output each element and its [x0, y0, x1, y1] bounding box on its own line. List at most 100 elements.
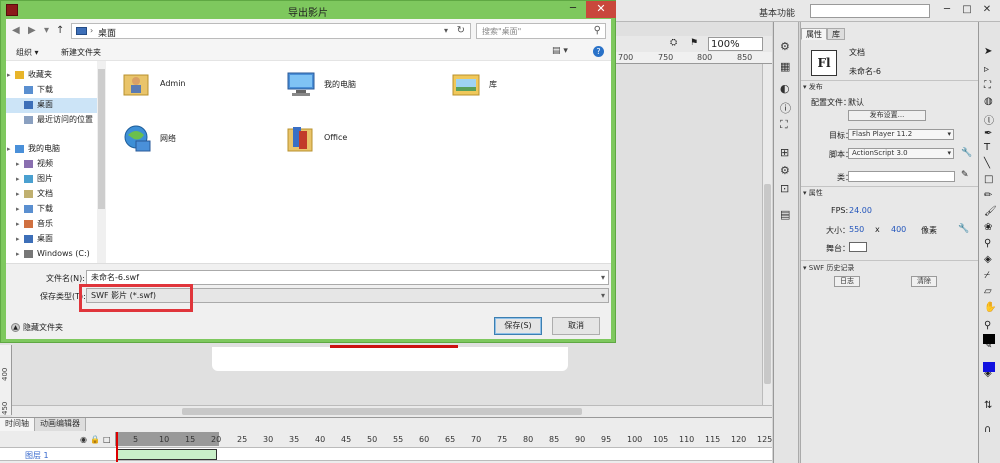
brush-tool-icon[interactable]: 🖌 — [984, 206, 997, 217]
address-text[interactable]: 桌面 — [98, 26, 116, 39]
tab-properties[interactable]: 属性 — [801, 28, 827, 40]
properties-panel-icon[interactable]: ⚙ — [780, 40, 790, 53]
expand-chevron-icon[interactable]: ▸ — [7, 142, 11, 156]
eraser-tool-icon[interactable]: ▱ — [984, 286, 992, 297]
stage-canvas[interactable] — [212, 347, 568, 371]
components-panel-icon[interactable]: ⚙ — [780, 164, 790, 177]
line-tool-icon[interactable]: ╲ — [984, 158, 990, 169]
up-arrow-icon[interactable]: ↑ — [56, 25, 64, 36]
free-transform-tool-icon[interactable]: ⛶ — [984, 80, 991, 91]
organize-menu[interactable]: 组织 ▾ — [16, 47, 39, 58]
forward-arrow-icon[interactable]: ▶ — [28, 25, 36, 36]
file-item-admin[interactable]: Admin — [122, 69, 272, 101]
3d-rotation-tool-icon[interactable]: ◍ — [984, 96, 993, 107]
eyedropper-tool-icon[interactable]: ⌿ — [984, 270, 990, 281]
file-item-my-computer[interactable]: 我的电脑 — [286, 69, 436, 101]
expand-chevron-icon[interactable]: ▸ — [16, 202, 20, 216]
layer-frames[interactable] — [117, 449, 217, 460]
pencil-tool-icon[interactable]: ✏ — [984, 190, 992, 201]
address-bar[interactable]: › 桌面 ▾ ↻ — [71, 23, 471, 39]
filename-input[interactable]: 未命名-6.swf ▾ — [86, 270, 609, 285]
tree-item[interactable]: ▸ 音乐 — [6, 217, 98, 232]
breadcrumb-chevron-icon[interactable]: › — [90, 26, 93, 35]
stage-size-settings-icon[interactable]: 🔧 — [958, 224, 969, 234]
motion-presets-icon[interactable]: ⊡ — [780, 182, 789, 195]
file-item-library[interactable]: 库 — [451, 69, 601, 101]
expand-chevron-icon[interactable]: ▸ — [16, 187, 20, 201]
library-panel-icon[interactable]: ▦ — [780, 60, 790, 73]
tab-motion-editor[interactable]: 动画编辑器 — [35, 418, 86, 431]
save-button[interactable]: 保存(S) — [494, 317, 542, 335]
paint-bucket-tool-icon[interactable]: ◈ — [984, 254, 992, 265]
edit-symbol-icon[interactable]: ⛭ — [670, 38, 677, 48]
tree-item[interactable]: 桌面 — [6, 98, 98, 113]
recent-dropdown-icon[interactable]: ▾ — [44, 25, 49, 36]
swap-colors-icon[interactable]: ⇅ — [984, 400, 992, 411]
edit-class-icon[interactable]: ✎ — [961, 170, 969, 180]
stage-shape[interactable] — [330, 345, 458, 348]
playhead[interactable] — [116, 432, 118, 462]
tree-item[interactable]: ▸ 视频 — [6, 157, 98, 172]
tab-timeline[interactable]: 时间轴 — [0, 418, 35, 431]
tree-item[interactable]: ▸ 我的电脑 — [6, 142, 98, 157]
new-folder-button[interactable]: 新建文件夹 — [61, 47, 101, 58]
zoom-select[interactable]: 100% — [708, 37, 763, 51]
search-input[interactable]: 搜索"桌面" ⚲ — [476, 23, 606, 39]
app-search-input[interactable] — [810, 4, 930, 18]
dialog-close-button[interactable]: ✕ — [586, 1, 616, 18]
help-icon[interactable]: ? — [593, 46, 604, 57]
transform-panel-icon[interactable]: ⛶ — [780, 118, 788, 132]
refresh-icon[interactable]: ↻ — [457, 25, 465, 36]
section-publish[interactable]: ▾ 发布 — [803, 82, 823, 92]
width-value[interactable]: 550 — [849, 225, 864, 234]
height-value[interactable]: 400 — [891, 225, 906, 234]
info-panel-icon[interactable]: ⓘ — [780, 100, 791, 116]
tree-item[interactable]: ▸ 文档 — [6, 187, 98, 202]
stage-horizontal-scrollbar[interactable] — [12, 405, 772, 417]
subselection-tool-icon[interactable]: ▹ — [984, 64, 989, 75]
app-close-button[interactable]: ✕ — [978, 2, 996, 18]
class-input[interactable] — [848, 171, 955, 182]
tree-item[interactable]: ▸ 图片 — [6, 172, 98, 187]
target-select[interactable]: Flash Player 11.2 ▾ — [848, 129, 954, 140]
layer-name[interactable]: 图层 1 — [25, 450, 49, 461]
dialog-titlebar[interactable]: 导出影片 ─ ✕ — [1, 1, 616, 19]
stroke-color-swatch[interactable] — [983, 334, 995, 344]
file-item-office[interactable]: Office — [286, 123, 436, 155]
lasso-tool-icon[interactable]: ⓛ — [984, 112, 994, 127]
expand-chevron-icon[interactable]: ▸ — [16, 157, 20, 171]
fps-value[interactable]: 24.00 — [849, 206, 872, 215]
file-item-network[interactable]: 网络 — [122, 123, 272, 155]
tree-item[interactable]: ▸ 下载 — [6, 202, 98, 217]
selection-tool-icon[interactable]: ➤ — [984, 46, 992, 57]
view-options-icon[interactable]: ▤ ▾ — [552, 46, 568, 56]
publish-settings-button[interactable]: 发布设置... — [848, 110, 926, 121]
cancel-button[interactable]: 取消 — [552, 317, 600, 335]
layer-controls-icons[interactable]: ◉🔒□ — [80, 435, 114, 444]
color-panel-icon[interactable]: ◐ — [780, 82, 790, 95]
frame-ruler[interactable]: 5 10 15 20 25 30 35 40 45 50 55 60 65 70 75 80 85 90 95 100… — [115, 434, 772, 446]
edit-scene-icon[interactable]: ⚑ — [690, 38, 698, 48]
zoom-tool-icon[interactable]: ⚲ — [984, 320, 991, 331]
tree-scrollbar[interactable] — [97, 61, 106, 263]
app-maximize-button[interactable]: □ — [958, 2, 976, 18]
workspace-switcher[interactable]: 基本功能 — [759, 6, 795, 19]
fill-color-swatch[interactable] — [983, 362, 995, 372]
tree-item[interactable]: 下载 — [6, 83, 98, 98]
tree-item[interactable]: ▸ 收藏夹 — [6, 68, 98, 83]
back-arrow-icon[interactable]: ◀ — [12, 25, 20, 36]
snap-icon[interactable]: ∩ — [984, 424, 991, 435]
expand-chevron-icon[interactable]: ▸ — [16, 217, 20, 231]
app-minimize-button[interactable]: ─ — [938, 2, 956, 18]
bone-tool-icon[interactable]: ⚲ — [984, 238, 991, 249]
section-properties[interactable]: ▾ 属性 — [803, 188, 823, 198]
clear-button[interactable]: 清除 — [911, 276, 937, 287]
pen-tool-icon[interactable]: ✒ — [984, 128, 992, 139]
stage-vertical-scrollbar[interactable] — [762, 64, 772, 405]
expand-chevron-icon[interactable]: ▸ — [7, 68, 11, 82]
hide-folders-toggle[interactable]: ▲ 隐藏文件夹 — [11, 322, 63, 333]
section-swf-history[interactable]: ▾ SWF 历史记录 — [803, 263, 854, 273]
history-panel-icon[interactable]: ▤ — [780, 208, 790, 221]
stage-color-swatch[interactable] — [849, 242, 867, 252]
log-button[interactable]: 日志 — [834, 276, 860, 287]
